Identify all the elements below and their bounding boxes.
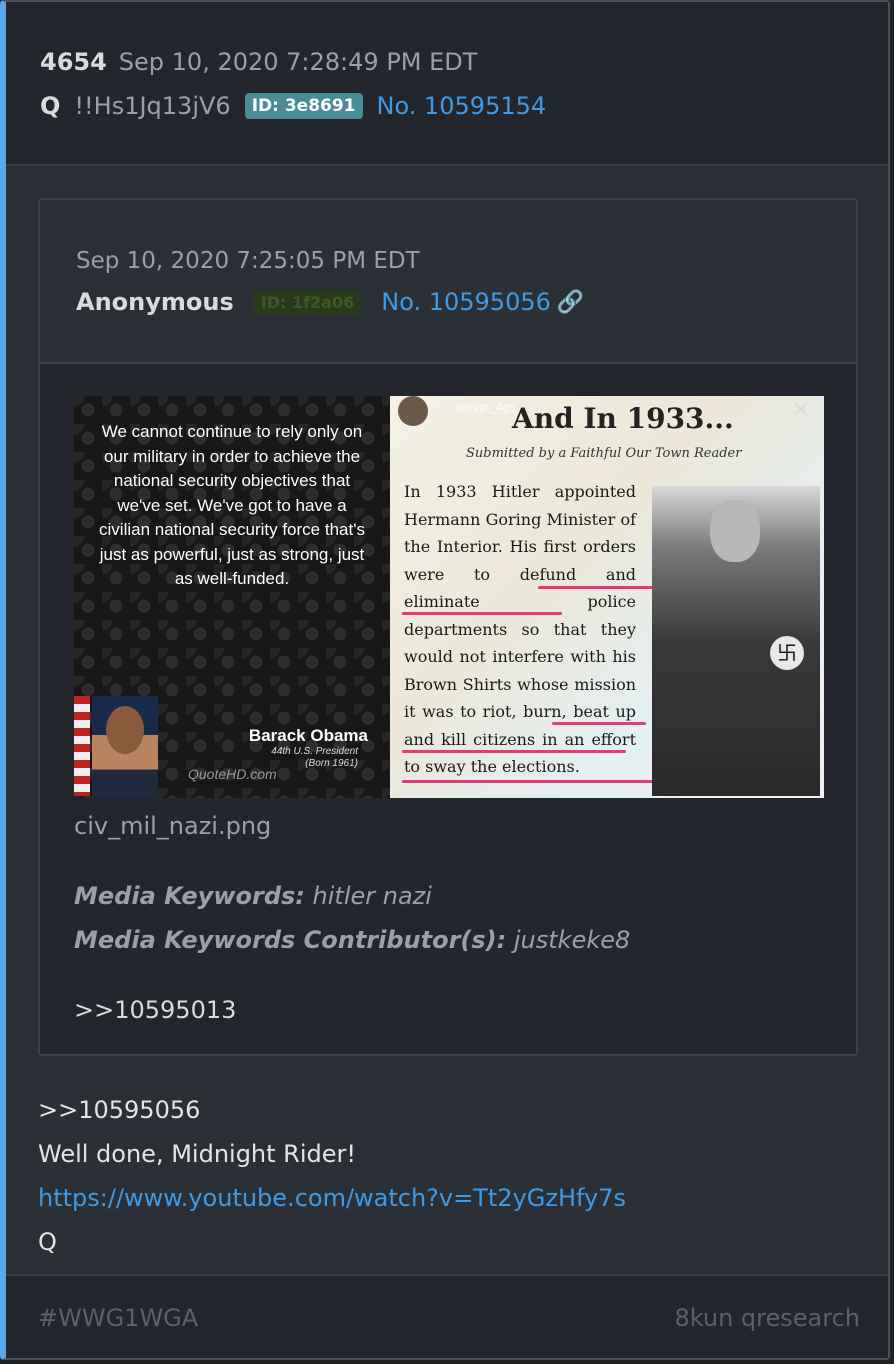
- image-speaker-title: 44th U.S. President: [271, 746, 358, 757]
- youtube-link[interactable]: https://www.youtube.com/watch?v=Tt2yGzHf…: [38, 1184, 626, 1212]
- post-meta-line: 4654 Sep 10, 2020 7:28:49 PM EDT: [40, 48, 477, 76]
- image-quote-text: We cannot continue to rely only on our m…: [99, 422, 365, 588]
- post-header: 4654 Sep 10, 2020 7:28:49 PM EDT Q !!Hs1J…: [6, 2, 888, 166]
- tripcode: !!Hs1Jq13jV6: [74, 92, 231, 120]
- attached-image[interactable]: We cannot continue to rely only on our m…: [74, 396, 824, 798]
- quoted-post-number-link[interactable]: No. 10595056: [381, 288, 551, 316]
- hashtag: #WWG1WGA: [38, 1304, 199, 1332]
- article-title: And In 1933...: [512, 402, 734, 435]
- obama-quote-panel: We cannot continue to rely only on our m…: [74, 396, 390, 798]
- quoted-author-line: Anonymous ID: 1f2a06 No. 10595056 🔗: [76, 288, 584, 316]
- post-number-link[interactable]: No. 10595154: [377, 92, 547, 120]
- image-watermark: QuoteHD.com: [188, 766, 277, 782]
- quoted-post: Sep 10, 2020 7:25:05 PM EDT Anonymous ID…: [38, 198, 858, 1056]
- media-contributors-label: Media Keywords Contributor(s):: [74, 926, 507, 954]
- quoted-post-header: Sep 10, 2020 7:25:05 PM EDT Anonymous ID…: [40, 200, 856, 364]
- article-subtitle: Submitted by a Faithful Our Town Reader: [466, 446, 742, 461]
- quoted-reply-ref[interactable]: >>10595013: [74, 996, 236, 1024]
- media-keywords-value: hitler nazi: [312, 882, 432, 910]
- source-label: 8kun qresearch: [674, 1304, 860, 1332]
- highlight-underline: [538, 586, 656, 589]
- armband-symbol: 卐: [770, 636, 804, 670]
- article-panel: arinan_4gs ✕ And In 1933... Submitted by…: [390, 396, 824, 798]
- article-body: In 1933 Hitler appointed Hermann Goring …: [404, 482, 636, 776]
- flag-image: [74, 696, 90, 796]
- post-date: Sep 10, 2020 7:28:49 PM EDT: [118, 48, 478, 76]
- portrait-image: [92, 696, 158, 798]
- historical-photo: 卐: [652, 486, 820, 796]
- link-icon[interactable]: 🔗: [557, 290, 584, 315]
- highlight-underline: [402, 612, 562, 615]
- ig-avatar: [398, 396, 428, 426]
- id-badge: ID: 3e8691: [244, 93, 363, 119]
- media-contributors: Media Keywords Contributor(s): justkeke8: [74, 926, 630, 954]
- highlight-underline: [402, 780, 662, 783]
- image-speaker-name: Barack Obama: [248, 726, 368, 745]
- post-card: 4654 Sep 10, 2020 7:28:49 PM EDT Q !!Hs1J…: [0, 0, 890, 1360]
- highlight-underline: [552, 722, 646, 725]
- image-speaker-born: (Born 1961): [305, 758, 358, 769]
- reply-ref[interactable]: >>10595056: [38, 1096, 200, 1124]
- ig-username: arinan_4gs: [456, 400, 516, 414]
- author-name: Q: [40, 92, 61, 120]
- media-keywords-label: Media Keywords:: [74, 882, 305, 910]
- image-filename[interactable]: civ_mil_nazi.png: [74, 812, 271, 840]
- media-keywords: Media Keywords: hitler nazi: [74, 882, 432, 910]
- media-contributors-value: justkeke8: [513, 926, 631, 954]
- highlight-underline: [402, 750, 626, 753]
- post-number: 4654: [40, 48, 107, 76]
- close-icon: ✕: [791, 398, 810, 423]
- image-speaker-subtitle: 44th U.S. President (Born 1961): [271, 746, 358, 770]
- body-text: Well done, Midnight Rider!: [38, 1140, 357, 1168]
- quoted-post-date: Sep 10, 2020 7:25:05 PM EDT: [76, 248, 420, 274]
- quoted-author-name: Anonymous: [76, 288, 234, 316]
- post-footer: #WWG1WGA 8kun qresearch: [6, 1274, 888, 1358]
- post-author-line: Q !!Hs1Jq13jV6 ID: 3e8691 No. 10595154: [40, 92, 546, 120]
- quoted-id-badge: ID: 1f2a06: [253, 289, 362, 315]
- signature: Q: [38, 1228, 57, 1256]
